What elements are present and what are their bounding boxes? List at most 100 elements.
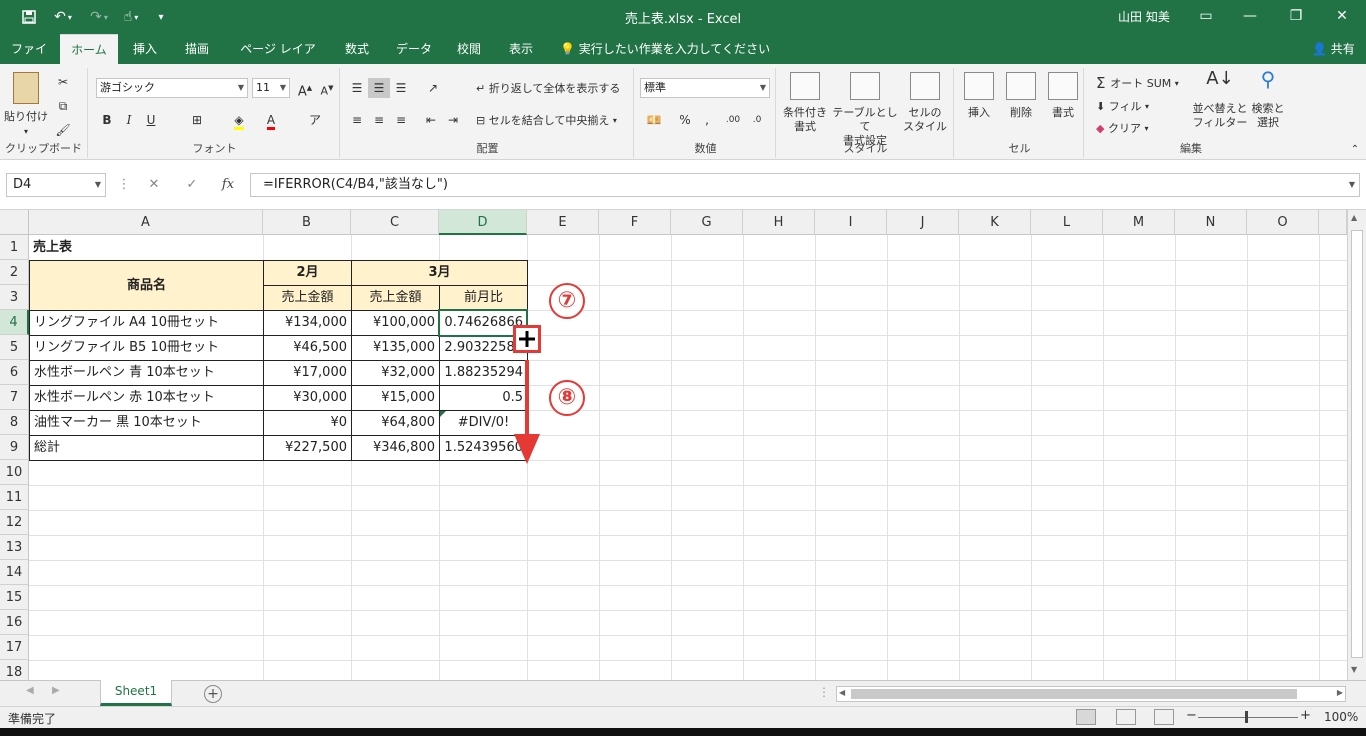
row-header[interactable]: 12 bbox=[0, 510, 29, 535]
row-header[interactable]: 13 bbox=[0, 535, 29, 560]
ribbon-display-icon[interactable]: ▭ bbox=[1186, 4, 1226, 28]
restore-icon[interactable]: ❐ bbox=[1276, 4, 1316, 28]
format-as-table-button[interactable]: テーブルとして 書式設定 bbox=[830, 72, 900, 148]
borders-icon[interactable]: ⊞ bbox=[186, 110, 208, 130]
column-header[interactable]: F bbox=[599, 210, 671, 235]
increase-decimal-icon[interactable]: .00 bbox=[722, 110, 744, 130]
align-left-icon[interactable]: ≡ bbox=[346, 110, 368, 130]
conditional-format-button[interactable]: 条件付き 書式 bbox=[780, 72, 830, 134]
sheet-title-cell[interactable]: 売上表 bbox=[29, 235, 263, 260]
mar-sales-cell[interactable]: ¥100,000 bbox=[351, 310, 440, 336]
mar-sales-header-cell[interactable]: 売上金額 bbox=[351, 285, 440, 311]
font-color-icon[interactable]: A bbox=[260, 110, 282, 130]
row-header[interactable]: 16 bbox=[0, 610, 29, 635]
save-icon[interactable] bbox=[18, 7, 40, 27]
italic-button[interactable]: I bbox=[118, 110, 140, 130]
minimize-icon[interactable]: — bbox=[1230, 4, 1270, 28]
fill-handle-highlight[interactable] bbox=[513, 325, 541, 353]
horizontal-scrollbar[interactable]: ◀ ▶ bbox=[836, 686, 1346, 702]
sort-filter-button[interactable]: A↓ 並べ替えと フィルター bbox=[1192, 70, 1248, 130]
align-bottom-icon[interactable]: ☰ bbox=[390, 78, 412, 98]
product-name-cell[interactable]: 水性ボールペン 赤 10本セット bbox=[29, 385, 264, 411]
undo-icon[interactable]: ↶ ▾ bbox=[48, 7, 78, 27]
copy-icon[interactable]: ⧉ bbox=[52, 96, 74, 116]
feb-sales-header-cell[interactable]: 売上金額 bbox=[263, 285, 352, 311]
column-header[interactable]: A bbox=[29, 210, 263, 235]
user-name[interactable]: 山田 知美 bbox=[1118, 8, 1170, 25]
column-header[interactable]: L bbox=[1031, 210, 1103, 235]
row-header[interactable]: 1 bbox=[0, 235, 29, 260]
row-header[interactable]: 14 bbox=[0, 560, 29, 585]
normal-view-icon[interactable] bbox=[1076, 709, 1096, 725]
product-name-cell[interactable]: 水性ボールペン 青 10本セット bbox=[29, 360, 264, 386]
bold-button[interactable]: B bbox=[96, 110, 118, 130]
total-label-cell[interactable]: 総計 bbox=[29, 435, 264, 461]
tab-review[interactable]: 校閲 bbox=[446, 34, 492, 64]
align-center-icon[interactable]: ≡ bbox=[368, 110, 390, 130]
column-header[interactable]: K bbox=[959, 210, 1031, 235]
decrease-indent-icon[interactable]: ⇤ bbox=[420, 110, 442, 130]
mar-sales-cell[interactable]: ¥135,000 bbox=[351, 335, 440, 361]
column-header[interactable] bbox=[1319, 210, 1347, 235]
collapse-ribbon-icon[interactable]: ⌃ bbox=[1344, 140, 1366, 160]
column-header[interactable]: O bbox=[1247, 210, 1319, 235]
mar-sales-cell[interactable]: ¥15,000 bbox=[351, 385, 440, 411]
column-header[interactable]: I bbox=[815, 210, 887, 235]
column-header[interactable]: E bbox=[527, 210, 599, 235]
zoom-slider[interactable] bbox=[1198, 717, 1298, 718]
decrease-decimal-icon[interactable]: .0 bbox=[746, 110, 768, 130]
decrease-font-icon[interactable]: A▼ bbox=[316, 78, 338, 98]
scroll-left-icon[interactable]: ◀ bbox=[839, 688, 845, 697]
comma-icon[interactable]: , bbox=[696, 110, 718, 130]
row-header[interactable]: 9 bbox=[0, 435, 29, 460]
insert-function-icon[interactable]: fx bbox=[218, 174, 238, 196]
scroll-down-icon[interactable]: ▼ bbox=[1351, 665, 1357, 674]
tab-insert[interactable]: 挿入 bbox=[122, 34, 168, 64]
row-header[interactable]: 18 bbox=[0, 660, 29, 680]
touch-mode-icon[interactable]: ☝ ▾ bbox=[116, 7, 146, 27]
tab-data[interactable]: データ bbox=[386, 34, 442, 64]
delete-cells-button[interactable]: 削除 bbox=[1002, 72, 1040, 120]
column-header[interactable]: N bbox=[1175, 210, 1247, 235]
prev-sheet-icon[interactable]: ◀ bbox=[26, 685, 34, 696]
scroll-up-icon[interactable]: ▲ bbox=[1351, 213, 1357, 222]
autosum-button[interactable]: Σ オート SUM ▾ bbox=[1096, 74, 1179, 92]
ratio-header-cell[interactable]: 前月比 bbox=[439, 285, 528, 311]
format-painter-icon[interactable]: 🖌 bbox=[52, 120, 74, 140]
mar-header-cell[interactable]: 3月 bbox=[351, 260, 528, 286]
share-button[interactable]: 👤 共有 bbox=[1312, 34, 1355, 64]
page-break-view-icon[interactable] bbox=[1154, 709, 1174, 725]
feb-sales-cell[interactable]: ¥0 bbox=[263, 410, 352, 436]
row-header[interactable]: 15 bbox=[0, 585, 29, 610]
number-format-select[interactable]: 標準 ▼ bbox=[640, 78, 770, 98]
column-header[interactable]: M bbox=[1103, 210, 1175, 235]
add-sheet-icon[interactable]: + bbox=[204, 685, 222, 703]
insert-cells-button[interactable]: 挿入 bbox=[960, 72, 998, 120]
row-header[interactable]: 5 bbox=[0, 335, 29, 360]
select-all-corner[interactable] bbox=[0, 210, 29, 235]
zoom-in-icon[interactable]: + bbox=[1300, 708, 1311, 723]
cut-icon[interactable]: ✂ bbox=[52, 72, 74, 92]
column-header[interactable]: B bbox=[263, 210, 351, 235]
customize-quick-access-icon[interactable]: ▾ bbox=[152, 7, 170, 27]
zoom-slider-thumb[interactable] bbox=[1245, 711, 1248, 723]
align-top-icon[interactable]: ☰ bbox=[346, 78, 368, 98]
column-header[interactable]: J bbox=[887, 210, 959, 235]
find-select-button[interactable]: ⚲ 検索と 選択 bbox=[1248, 69, 1288, 130]
row-header[interactable]: 2 bbox=[0, 260, 29, 285]
font-size-select[interactable]: 11 ▼ bbox=[252, 78, 290, 98]
row-header[interactable]: 11 bbox=[0, 485, 29, 510]
worksheet-grid[interactable]: A B C D E F G H I J K L M N O 1 2 3 4 5 … bbox=[0, 210, 1366, 680]
feb-header-cell[interactable]: 2月 bbox=[263, 260, 352, 286]
row-header[interactable]: 7 bbox=[0, 385, 29, 410]
mar-sales-cell[interactable]: ¥32,000 bbox=[351, 360, 440, 386]
feb-sales-cell[interactable]: ¥17,000 bbox=[263, 360, 352, 386]
feb-sales-cell[interactable]: ¥134,000 bbox=[263, 310, 352, 336]
product-header-cell[interactable]: 商品名 bbox=[29, 260, 264, 311]
scroll-right-icon[interactable]: ▶ bbox=[1337, 688, 1343, 697]
align-middle-icon[interactable]: ☰ bbox=[368, 78, 390, 98]
column-header[interactable]: H bbox=[743, 210, 815, 235]
fill-button[interactable]: ⬇ フィル ▾ bbox=[1096, 98, 1149, 114]
tab-file[interactable]: ファイル bbox=[0, 34, 58, 86]
enter-icon[interactable]: ✓ bbox=[182, 174, 202, 196]
